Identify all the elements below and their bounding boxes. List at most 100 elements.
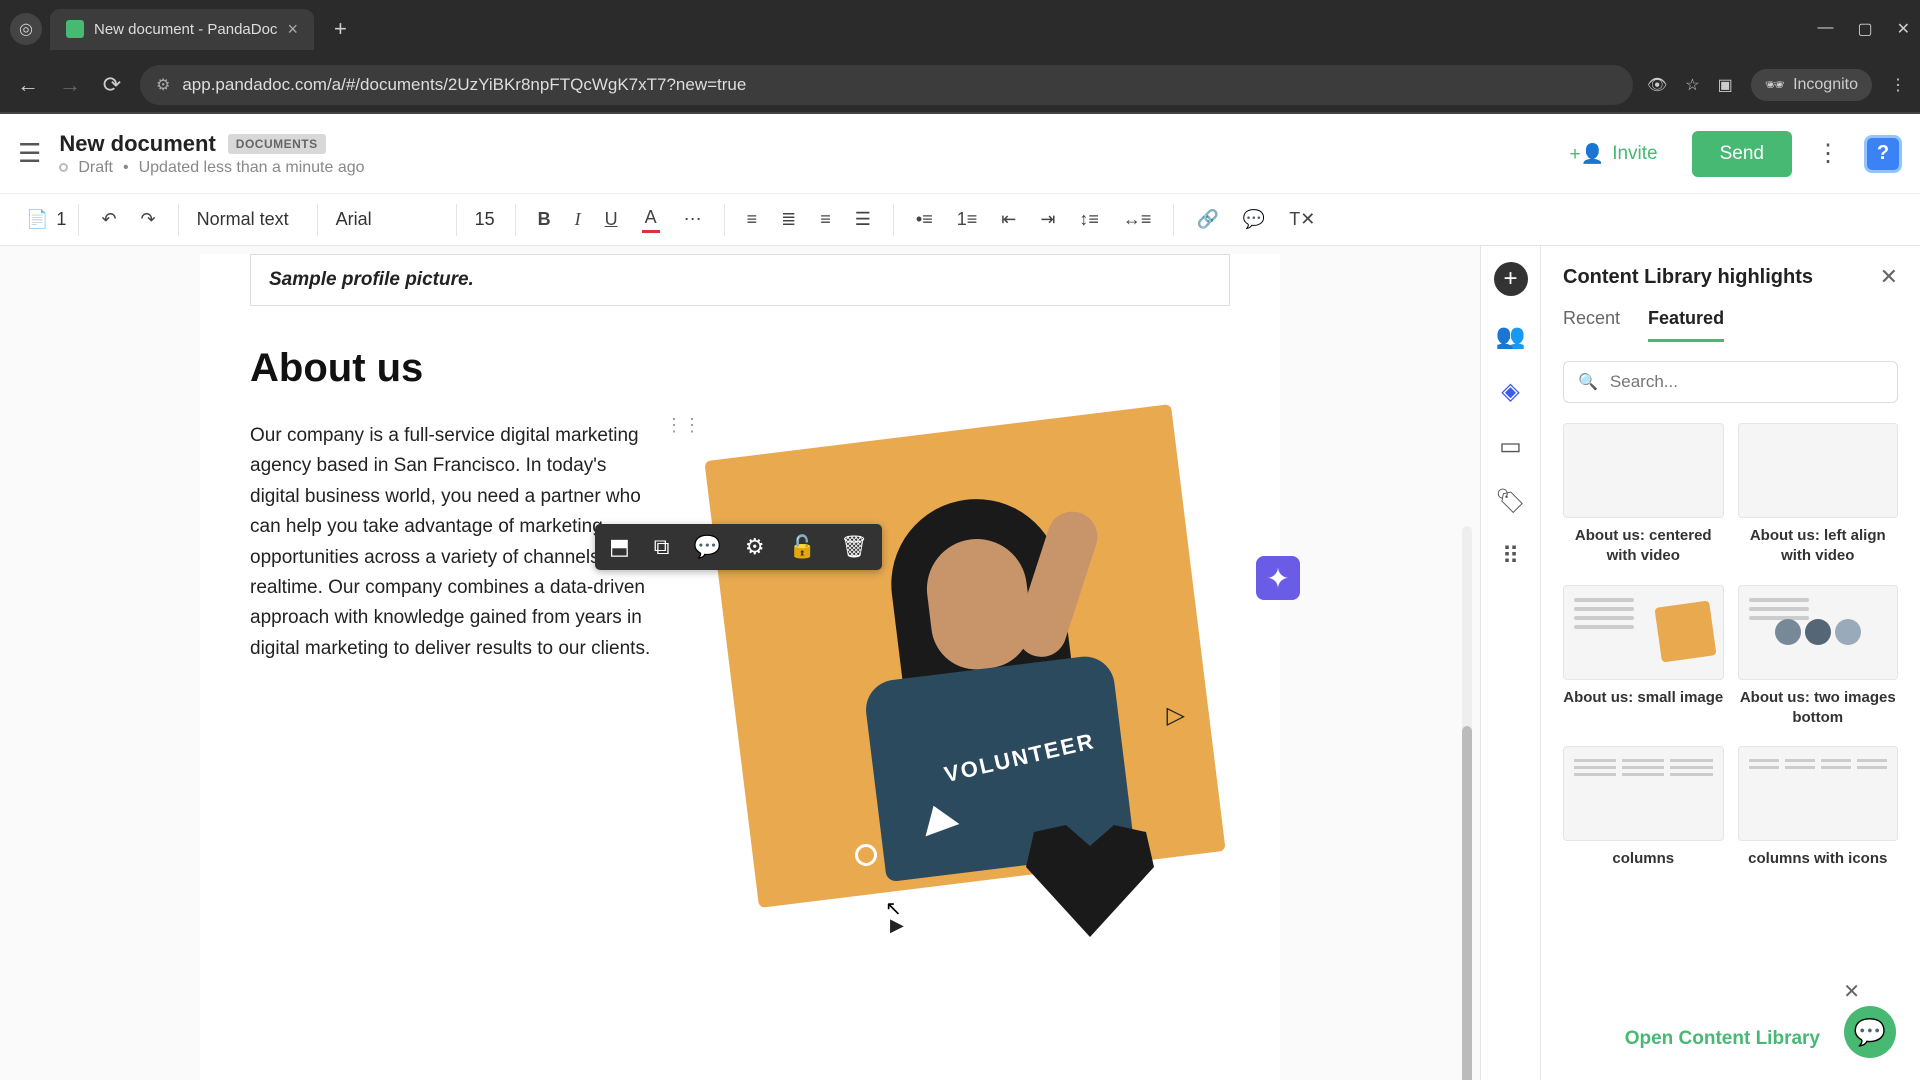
library-card[interactable]: About us: two images bottom	[1738, 585, 1899, 729]
minimize-icon[interactable]: ―	[1817, 19, 1833, 39]
more-format-button[interactable]: ⋯	[674, 201, 712, 238]
underline-button[interactable]: U	[595, 201, 628, 238]
align-left-button[interactable]: ≡	[737, 201, 768, 238]
image-caption[interactable]: Sample profile picture.	[250, 254, 1230, 306]
invite-button[interactable]: +👤 Invite	[1551, 132, 1675, 176]
lock-icon[interactable]: 🔓	[783, 530, 822, 564]
redo-button[interactable]: ↷	[131, 201, 166, 238]
italic-button[interactable]: I	[565, 201, 591, 238]
document-page[interactable]: Sample profile picture. About us Our com…	[200, 254, 1280, 1080]
insert-above-icon[interactable]: ⬒	[603, 530, 636, 564]
more-menu-icon[interactable]: ⋮	[1808, 131, 1848, 176]
apps-icon[interactable]: ⠿	[1502, 542, 1520, 571]
url-input[interactable]: ⚙ app.pandadoc.com/a/#/documents/2UzYiBK…	[140, 65, 1633, 105]
recipients-icon[interactable]: 👥	[1496, 322, 1526, 351]
library-card[interactable]: About us: left align with video	[1738, 423, 1899, 567]
text-color-button[interactable]: A	[632, 199, 670, 241]
content-library-panel: Content Library highlights ✕ Recent Feat…	[1540, 246, 1920, 1080]
canvas-area: Sample profile picture. About us Our com…	[0, 246, 1480, 1080]
incognito-label: Incognito	[1793, 76, 1858, 94]
library-card[interactable]: columns with icons	[1738, 746, 1899, 869]
page-indicator[interactable]: 📄 1	[26, 209, 66, 230]
right-rail: + 👥 ◈ ▭ 🏷 ⠿	[1480, 246, 1540, 1080]
column-spacing-button[interactable]: ↔≡	[1113, 201, 1162, 238]
align-justify-button[interactable]: ☰	[845, 201, 881, 238]
open-content-library-link[interactable]: Open Content Library	[1625, 1028, 1820, 1050]
search-input[interactable]	[1610, 372, 1883, 392]
card-label: About us: left align with video	[1738, 526, 1899, 567]
bold-button[interactable]: B	[528, 201, 561, 238]
panel-title: Content Library highlights	[1563, 266, 1813, 289]
vertical-scrollbar[interactable]	[1462, 526, 1472, 1080]
font-size-select[interactable]: 15	[461, 201, 511, 238]
duplicate-icon[interactable]: ⧉	[648, 530, 676, 564]
library-card[interactable]: About us: small image	[1563, 585, 1724, 729]
bookmark-icon[interactable]: ☆	[1685, 75, 1699, 95]
bullet-list-button[interactable]: •≡	[906, 201, 943, 238]
clear-format-button[interactable]: T✕	[1279, 201, 1325, 238]
align-right-button[interactable]: ≡	[810, 201, 841, 238]
new-tab-button[interactable]: +	[322, 10, 359, 48]
comment-button[interactable]: 💬	[1233, 201, 1275, 238]
editor-toolbar: 📄 1 ↶ ↷ Normal text Arial 15 B I U A ⋯ ≡…	[0, 194, 1920, 246]
send-button[interactable]: Send	[1692, 131, 1792, 177]
browser-tab-bar: ◎ New document - PandaDoc × + ― ▢ ✕	[0, 0, 1920, 58]
tab-title: New document - PandaDoc	[94, 21, 277, 38]
align-center-button[interactable]: ≣	[771, 201, 806, 238]
variables-icon[interactable]: ▭	[1499, 432, 1522, 461]
library-card[interactable]: About us: centered with video	[1563, 423, 1724, 567]
hamburger-icon[interactable]: ☰	[18, 138, 41, 169]
dismiss-hint-icon[interactable]: ✕	[1843, 979, 1860, 1004]
back-button[interactable]: ←	[14, 72, 42, 98]
documents-badge: DOCUMENTS	[228, 134, 326, 154]
close-window-icon[interactable]: ✕	[1897, 19, 1910, 39]
url-text: app.pandadoc.com/a/#/documents/2UzYiBKr8…	[182, 75, 746, 95]
incognito-badge[interactable]: 🕶 Incognito	[1751, 69, 1872, 101]
outdent-button[interactable]: ⇤	[991, 201, 1026, 238]
add-comment-icon[interactable]: 💬	[688, 530, 727, 564]
line-spacing-button[interactable]: ↕≡	[1069, 201, 1109, 238]
status-text: Draft	[78, 159, 113, 177]
side-panel-icon[interactable]: ▣	[1718, 75, 1733, 95]
delete-icon[interactable]: 🗑	[834, 530, 874, 564]
add-block-button[interactable]: ✦	[1256, 556, 1300, 600]
tab-featured[interactable]: Featured	[1648, 308, 1724, 342]
settings-icon[interactable]: ⚙	[739, 530, 771, 564]
catalog-icon[interactable]: 🏷	[1495, 487, 1525, 516]
image-block[interactable]: 〰 VOLUNTEER ▷ ▶	[690, 421, 1230, 961]
app-header: ☰ New document DOCUMENTS Draft • Updated…	[0, 114, 1920, 194]
undo-button[interactable]: ↶	[91, 201, 126, 238]
visibility-off-icon[interactable]: 👁	[1647, 75, 1667, 95]
block-toolbar: ⬒ ⧉ 💬 ⚙ 🔓 🗑	[595, 524, 882, 570]
forward-button[interactable]: →	[56, 72, 84, 98]
text-style-select[interactable]: Normal text	[183, 201, 313, 238]
search-box[interactable]: 🔍	[1563, 361, 1898, 403]
body-text[interactable]: Our company is a full-service digital ma…	[250, 421, 660, 961]
link-button[interactable]: 🔗	[1186, 201, 1228, 238]
favicon-icon	[66, 20, 84, 38]
card-label: About us: two images bottom	[1738, 688, 1899, 729]
content-library-icon[interactable]: ◈	[1501, 377, 1519, 406]
library-card[interactable]: columns	[1563, 746, 1724, 869]
add-content-icon[interactable]: +	[1494, 262, 1528, 296]
card-label: About us: centered with video	[1563, 526, 1724, 567]
site-settings-icon[interactable]: ⚙	[156, 75, 170, 95]
card-label: columns	[1563, 849, 1724, 869]
panel-close-icon[interactable]: ✕	[1880, 264, 1898, 290]
updated-text: Updated less than a minute ago	[139, 159, 365, 177]
close-tab-icon[interactable]: ×	[287, 19, 298, 40]
browser-tab[interactable]: New document - PandaDoc ×	[50, 9, 314, 50]
font-select[interactable]: Arial	[322, 201, 452, 238]
about-us-heading[interactable]: About us	[250, 346, 1230, 391]
maximize-icon[interactable]: ▢	[1857, 19, 1872, 39]
indent-button[interactable]: ⇥	[1030, 201, 1065, 238]
chat-support-button[interactable]: 💬	[1844, 1006, 1896, 1058]
reload-button[interactable]: ⟳	[98, 72, 126, 98]
help-button[interactable]: ?	[1864, 135, 1902, 173]
document-title[interactable]: New document	[59, 131, 215, 157]
browser-menu-icon[interactable]: ⋮	[1890, 75, 1906, 95]
number-list-button[interactable]: 1≡	[947, 201, 988, 238]
card-label: columns with icons	[1738, 849, 1899, 869]
shirt-text: VOLUNTEER	[942, 728, 1098, 788]
tab-recent[interactable]: Recent	[1563, 308, 1620, 342]
